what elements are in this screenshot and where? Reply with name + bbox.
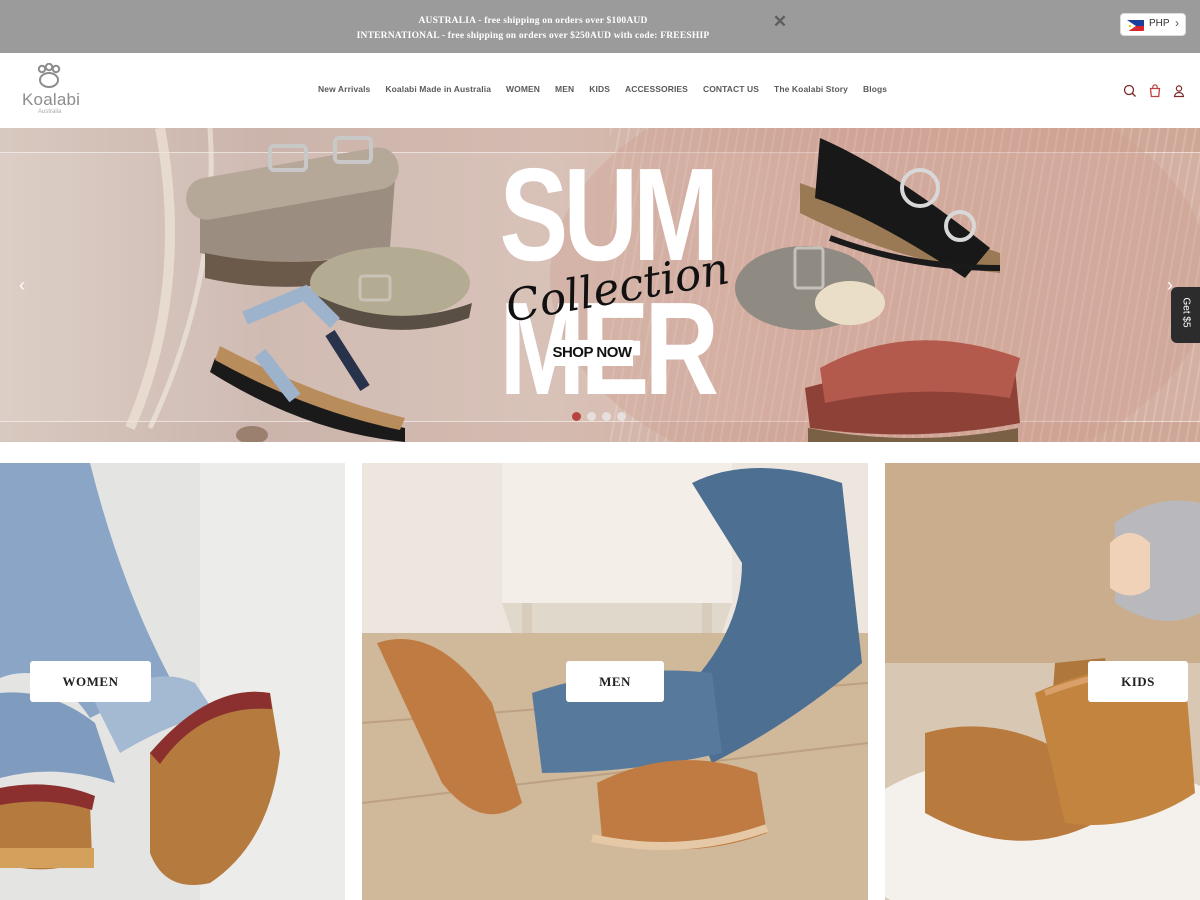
koalabi-logo[interactable]: Koalabi Australia <box>20 63 84 119</box>
logo-wordmark: Koalabi <box>22 90 81 109</box>
koala-paw-icon <box>37 63 61 88</box>
close-announcement-button[interactable]: ✕ <box>772 12 788 32</box>
nav-women[interactable]: WOMEN <box>506 84 540 100</box>
main-navigation: New Arrivals Koalabi Made in Australia W… <box>318 84 887 100</box>
hero-slideshow[interactable]: SUM MER Collection SHOP NOW ‹ › <box>0 128 1200 442</box>
currency-code: PHP <box>1149 18 1170 29</box>
logo-subtitle: Australia <box>38 109 62 115</box>
nav-contact-us[interactable]: CONTACT US <box>703 84 759 100</box>
announcement-text: AUSTRALIA - free shipping on orders over… <box>300 14 766 44</box>
currency-selector[interactable]: PHP › <box>1120 13 1186 36</box>
slide-dot-3[interactable] <box>602 412 611 421</box>
men-category-button[interactable]: MEN <box>566 661 664 702</box>
search-icon[interactable] <box>1122 83 1138 99</box>
category-tile-men[interactable]: MEN <box>362 463 868 900</box>
previous-slide-button[interactable]: ‹ <box>15 274 29 296</box>
close-icon: ✕ <box>772 12 788 31</box>
nav-men[interactable]: MEN <box>555 84 574 100</box>
nav-accessories[interactable]: ACCESSORIES <box>625 84 688 100</box>
category-tile-women[interactable]: WOMEN <box>0 463 345 900</box>
slide-dot-4[interactable] <box>617 412 626 421</box>
nav-blogs[interactable]: Blogs <box>863 84 887 100</box>
nav-kids[interactable]: KIDS <box>589 84 610 100</box>
slide-indicators <box>572 412 626 421</box>
slide-dot-2[interactable] <box>587 412 596 421</box>
nav-made-in-australia[interactable]: Koalabi Made in Australia <box>385 84 491 100</box>
account-icon[interactable] <box>1171 83 1187 99</box>
bag-icon[interactable] <box>1147 83 1163 99</box>
nav-new-arrivals[interactable]: New Arrivals <box>318 84 370 100</box>
women-category-button[interactable]: WOMEN <box>30 661 151 702</box>
nav-koalabi-story[interactable]: The Koalabi Story <box>774 84 848 100</box>
site-header: Koalabi Australia New Arrivals Koalabi M… <box>0 53 1200 128</box>
chevron-right-icon: › <box>1175 16 1179 30</box>
get-5-reward-tab[interactable]: Get $5 <box>1171 287 1200 343</box>
announcement-line-australia: AUSTRALIA - free shipping on orders over… <box>418 16 648 26</box>
chevron-left-icon: ‹ <box>19 275 25 295</box>
kids-category-button[interactable]: KIDS <box>1088 661 1188 702</box>
get-5-label: Get $5 <box>1180 297 1192 328</box>
shop-now-button[interactable]: SHOP NOW <box>551 340 633 366</box>
announcement-bar: AUSTRALIA - free shipping on orders over… <box>0 0 1200 53</box>
philippines-flag-icon <box>1127 19 1144 31</box>
category-tile-kids[interactable]: KIDS <box>885 463 1200 900</box>
slide-dot-1[interactable] <box>572 412 581 421</box>
announcement-line-international: INTERNATIONAL - free shipping on orders … <box>356 31 710 41</box>
